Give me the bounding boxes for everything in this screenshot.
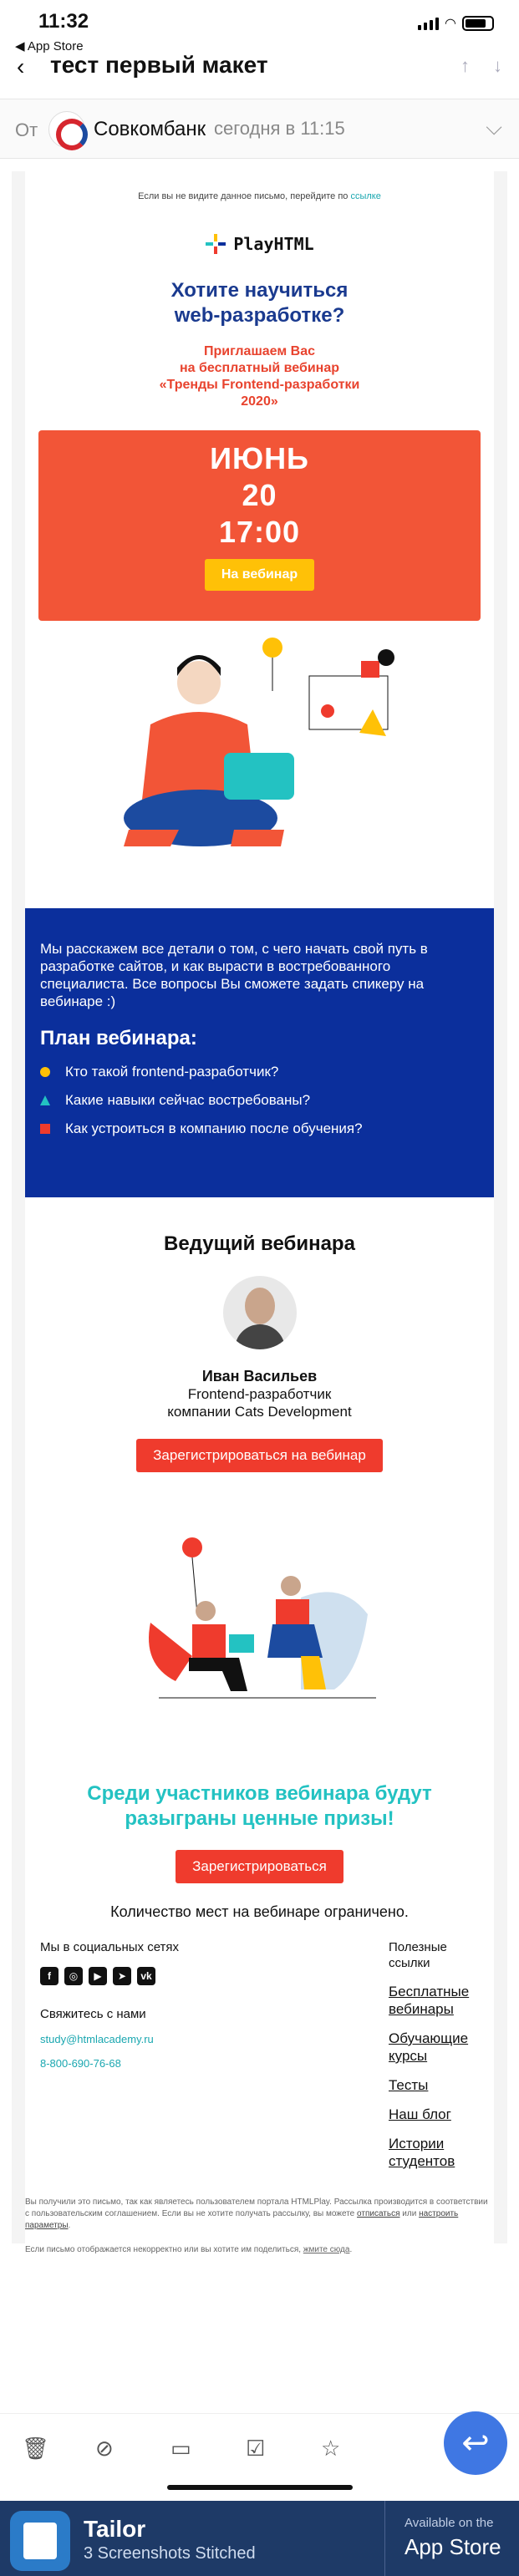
teal-triangle-icon (40, 1095, 50, 1105)
contacts-title: Свяжитесь с нами (40, 2007, 146, 2021)
reply-icon[interactable]: ↩ (444, 2411, 507, 2475)
youtube-icon[interactable]: ▶ (89, 1967, 107, 1985)
home-indicator (167, 2485, 353, 2490)
plan-title: План вебинара: (40, 1027, 197, 1049)
next-message-icon[interactable]: ↓ (493, 55, 502, 77)
battery-icon (462, 16, 494, 31)
social-icons: f ◎ ▶ ➤ vk (40, 1967, 257, 1985)
limited-places: Количество мест на вебинаре ограничено. (110, 1903, 409, 1920)
plan-item: Кто такой frontend-разработчик? (40, 1064, 479, 1080)
plan-list: Кто такой frontend-разработчик? Какие на… (40, 1064, 479, 1137)
signal-icon (417, 17, 439, 30)
team-illustration (25, 1531, 494, 1715)
share-text: Если письмо отображается некорректно или… (25, 2245, 353, 2254)
legal-text: Вы получили это письмо, так как являетес… (25, 2197, 488, 2230)
folder-icon[interactable]: ▭ (170, 2436, 191, 2462)
register-button-2[interactable]: Зарегистрироваться (176, 1850, 343, 1883)
brand: PlayHTML (25, 233, 494, 255)
plan-item: Как устроиться в компанию после обучения… (40, 1120, 479, 1137)
vk-icon[interactable]: vk (137, 1967, 155, 1985)
host-section: Ведущий вебинара Иван Васильев Frontend-… (25, 1197, 494, 1472)
footer-link[interactable]: Обучающие курсы (389, 2030, 479, 2065)
chevron-down-icon[interactable]: ⌵ (486, 114, 502, 141)
sender-row[interactable]: От Совкомбанк сегодня в 11:15 ⌵ (0, 99, 519, 159)
tailor-banner: Tailor 3 Screenshots Stitched Available … (0, 2501, 519, 2576)
host-avatar (222, 1276, 297, 1349)
prize-text: Среди участников вебинара будут разыгран… (87, 1782, 432, 1830)
unsubscribe-link[interactable]: отписаться (357, 2209, 399, 2218)
red-square-icon (40, 1124, 50, 1134)
facebook-icon[interactable]: f (40, 1967, 59, 1985)
plan-section: Мы расскажем все детали о том, с чего на… (25, 908, 494, 1197)
headline: Хотите научиться web-разработке? (170, 279, 349, 327)
contact-email-link[interactable]: study@htmlacademy.ru (40, 2033, 257, 2045)
previous-message-icon[interactable]: ↑ (460, 55, 470, 77)
telegram-icon[interactable]: ➤ (113, 1967, 131, 1985)
mail-toolbar: 🗑 ⊘ ▭ ☑ ☆ (0, 2413, 519, 2480)
chevron-left-icon[interactable]: ‹ (17, 53, 24, 80)
email-subject: тест первый макет (50, 52, 268, 78)
footer-link[interactable]: Истории студентов (389, 2135, 479, 2170)
share-link[interactable]: жмите сюда (303, 2245, 350, 2254)
sender-name: Совкомбанк (94, 118, 206, 140)
nav-bar: ‹ тест первый макет ↑ ↓ (0, 50, 519, 84)
sender-logo (48, 111, 88, 150)
plan-item: Какие навыки сейчас востребованы? (40, 1092, 479, 1109)
host-title: Ведущий вебинара (164, 1232, 355, 1255)
preheader: Если вы не видите данное письмо, перейди… (138, 191, 381, 201)
footer-link[interactable]: Бесплатные вебинары (389, 1983, 479, 2018)
footer: Мы в социальных сетях f ◎ ▶ ➤ vk Свяжите… (25, 1921, 494, 2170)
clock: 11:32 (38, 10, 89, 33)
tailor-app-icon (10, 2511, 70, 2571)
star-icon[interactable]: ☆ (321, 2436, 340, 2462)
date-banner: ИЮНЬ 20 17:00 На вебинар (38, 430, 481, 621)
from-label: От (15, 119, 38, 140)
contact-phone-link[interactable]: 8-800-690-76-68 (40, 2057, 257, 2070)
mark-icon[interactable]: ☑ (246, 2436, 265, 2462)
app-store-link[interactable]: App Store (405, 2534, 501, 2560)
instagram-icon[interactable]: ◎ (64, 1967, 83, 1985)
playhtml-logo-icon (206, 234, 226, 254)
preheader-link[interactable]: ссылке (350, 191, 380, 201)
footer-link[interactable]: Наш блог (389, 2106, 479, 2123)
webinar-button[interactable]: На вебинар (204, 559, 315, 591)
trash-icon[interactable]: 🗑 (22, 2436, 49, 2462)
register-button[interactable]: Зарегистрироваться на вебинар (136, 1439, 383, 1472)
spam-icon[interactable]: ⊘ (95, 2436, 114, 2462)
developer-illustration (25, 633, 494, 883)
email-body: Если вы не видите данное письмо, перейди… (12, 171, 507, 2254)
sent-date: сегодня в 11:15 (214, 118, 345, 139)
wifi-icon: ◠ (445, 17, 455, 31)
host-name: Иван Васильев (201, 1368, 318, 1385)
invite-text: Приглашаем Вас на бесплатный вебинар «Тр… (159, 344, 360, 409)
status-bar: 11:32 ◠ (0, 0, 519, 37)
yellow-circle-icon (40, 1067, 50, 1077)
footer-link[interactable]: Тесты (389, 2076, 479, 2094)
